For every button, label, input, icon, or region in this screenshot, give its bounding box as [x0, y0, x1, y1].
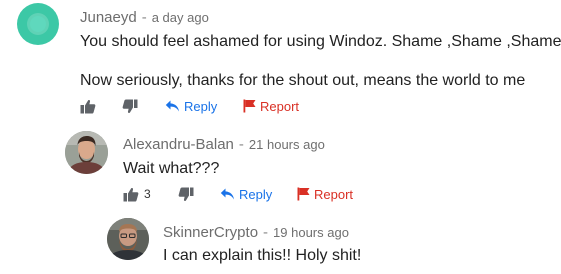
comment-meta: Alexandru-Balan -21 hours ago [123, 136, 325, 153]
downvote-button[interactable] [122, 97, 138, 115]
reply-arrow-icon [220, 188, 234, 199]
avatar[interactable] [107, 218, 149, 260]
thumbs-up-icon [80, 99, 96, 113]
author-name[interactable]: SkinnerCrypto [163, 224, 258, 241]
downvote-button[interactable] [178, 185, 194, 203]
meta-separator: - [141, 9, 147, 26]
avatar[interactable] [65, 131, 108, 174]
report-button[interactable]: Report [243, 97, 299, 115]
report-label: Report [314, 186, 354, 202]
thumbs-down-icon [178, 187, 194, 201]
flag-icon [243, 99, 256, 113]
thumbs-down-icon [122, 99, 138, 113]
author-name[interactable]: Junaeyd [80, 9, 137, 26]
report-label: Report [260, 98, 300, 114]
meta-separator: - [238, 136, 244, 153]
report-button[interactable]: Report [297, 185, 353, 203]
user-photo-icon [107, 218, 149, 260]
comment-meta: Junaeyd - a day ago [80, 9, 209, 26]
upvote-button[interactable]: 3 [123, 185, 151, 203]
author-name[interactable]: Alexandru-Balan [123, 136, 234, 153]
comment-text-line: Wait what??? [123, 160, 220, 177]
meta-separator: - [263, 224, 269, 241]
upvote-button[interactable] [80, 97, 101, 115]
reply-label: Reply [184, 98, 218, 114]
user-photo-icon [65, 131, 108, 174]
comment-text-line: You should feel ashamed for using Windoz… [80, 33, 561, 50]
reply-button[interactable]: Reply [220, 185, 272, 203]
avatar-pattern [30, 16, 46, 32]
upvote-count: 3 [144, 187, 151, 201]
flag-icon [297, 187, 310, 201]
thumbs-up-icon [123, 187, 139, 201]
comment-actions: 3 Reply Report [123, 185, 393, 203]
comment-timestamp[interactable]: 21 hours ago [249, 137, 325, 152]
avatar[interactable] [17, 3, 59, 45]
reply-arrow-icon [165, 100, 179, 111]
comment-timestamp[interactable]: 19 hours ago [273, 225, 349, 240]
comment-text-line: Now seriously, thanks for the shout out,… [80, 72, 526, 89]
comment-timestamp[interactable]: a day ago [152, 10, 209, 25]
comment-meta: SkinnerCrypto -19 hours ago [163, 224, 349, 241]
comment-text-line: I can explain this!! Holy shit! [163, 247, 362, 264]
comment-actions: Reply Report [80, 97, 340, 115]
reply-label: Reply [239, 186, 273, 202]
reply-button[interactable]: Reply [165, 97, 217, 115]
